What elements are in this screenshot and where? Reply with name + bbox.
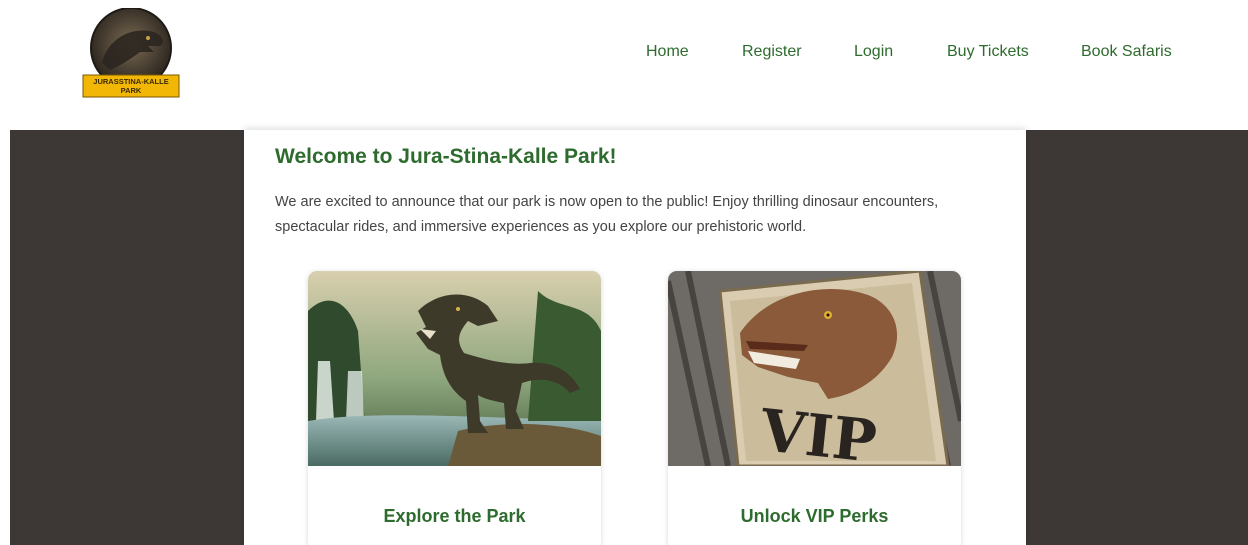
logo-text-line2: PARK xyxy=(121,86,142,95)
intro-paragraph: We are excited to announce that our park… xyxy=(275,194,939,235)
nav-register-link[interactable]: Register xyxy=(742,43,802,61)
left-edge xyxy=(0,130,10,545)
explore-park-title: Explore the Park xyxy=(383,506,526,526)
main-nav: Home Register Login Buy Tickets Book Saf… xyxy=(0,43,1248,65)
logo-text-line1: JURASSTINA-KALLE xyxy=(93,77,168,86)
vip-ticket-text: VIP xyxy=(756,396,879,466)
vip-perks-card[interactable]: VIP Unlock VIP Perks xyxy=(668,271,961,545)
dinosaur-vip-ticket-image: VIP xyxy=(668,271,961,466)
t-rex-jungle-image xyxy=(308,271,601,466)
nav-login-link[interactable]: Login xyxy=(854,43,893,61)
explore-park-card[interactable]: Explore the Park xyxy=(308,271,601,545)
site-header: JURASSTINA-KALLE PARK Home Register Logi… xyxy=(0,0,1248,130)
main-content: Welcome to Jura-Stina-Kalle Park! We are… xyxy=(244,130,1026,545)
page-title: Welcome to Jura-Stina-Kalle Park! xyxy=(275,145,617,168)
nav-buy-tickets-link[interactable]: Buy Tickets xyxy=(947,43,1029,61)
nav-book-safaris-link[interactable]: Book Safaris xyxy=(1081,43,1172,61)
vip-perks-title: Unlock VIP Perks xyxy=(740,506,889,526)
nav-home-link[interactable]: Home xyxy=(646,43,689,61)
